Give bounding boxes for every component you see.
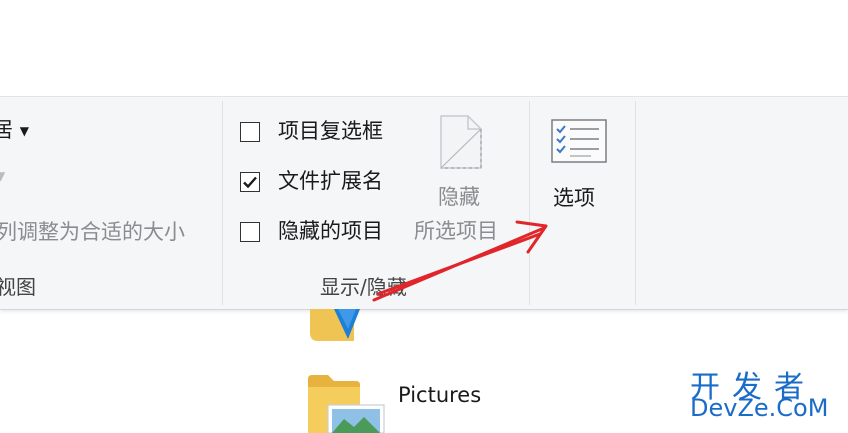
hidden-items-label: 隐藏的项目: [278, 219, 383, 243]
layout-group-label: 视图: [0, 275, 36, 299]
layout-dropdown-label: 居: [0, 118, 13, 142]
file-extensions-label: 文件扩展名: [278, 169, 383, 193]
show-hide-group-label: 显示/隐藏: [320, 275, 407, 299]
divider: [529, 101, 530, 305]
watermark-subtitle: DevZe.CoM: [690, 394, 829, 422]
options-icon: [551, 119, 607, 163]
size-columns-button[interactable]: 列调整为合适的大小: [0, 219, 185, 245]
file-extensions-checkbox[interactable]: [240, 172, 260, 192]
options-label: 选项: [553, 186, 595, 210]
sort-arrow-icon: ▼: [0, 169, 6, 183]
ribbon: 居 ▼ ▼ 列调整为合适的大小 视图 项目复选框 文件扩展名 隐藏的项目 隐藏 …: [0, 96, 848, 310]
hide-document-icon: [440, 115, 482, 169]
hidden-items-checkbox[interactable]: [240, 222, 260, 242]
hide-button-label-line2: 所选项目: [414, 219, 498, 243]
checkmark-icon: [243, 176, 257, 189]
hide-button-label-line1: 隐藏: [438, 185, 480, 209]
divider: [222, 101, 223, 305]
file-name: Pictures: [398, 383, 482, 407]
pictures-folder-icon: [308, 375, 385, 433]
chevron-down-icon: ▼: [19, 124, 29, 138]
item-checkboxes-label: 项目复选框: [278, 119, 383, 143]
item-checkboxes-checkbox[interactable]: [240, 122, 260, 142]
folder-icon: [310, 309, 360, 341]
divider: [635, 101, 636, 305]
layout-dropdown[interactable]: 居 ▼: [0, 117, 29, 144]
